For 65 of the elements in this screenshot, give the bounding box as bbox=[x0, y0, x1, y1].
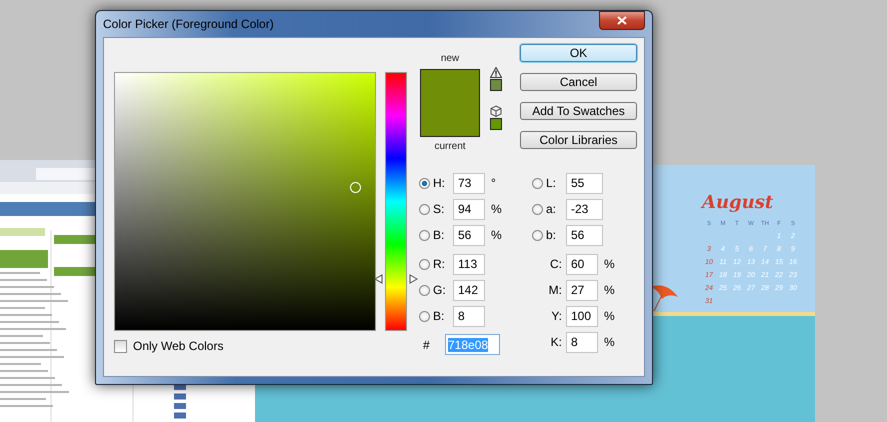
unit-label: ° bbox=[491, 176, 496, 190]
field-label: B: bbox=[433, 228, 446, 242]
radio-button[interactable] bbox=[419, 310, 430, 322]
radio-button[interactable] bbox=[419, 284, 430, 296]
input-field[interactable]: 100 bbox=[566, 306, 598, 326]
alert-swatch[interactable] bbox=[490, 118, 502, 130]
field-label: R: bbox=[433, 257, 446, 271]
input-field[interactable]: 73 bbox=[453, 172, 485, 194]
field-label: b: bbox=[546, 228, 558, 242]
field-label: L: bbox=[546, 176, 558, 190]
unit-label: % bbox=[604, 335, 615, 349]
radio-button[interactable] bbox=[532, 204, 543, 214]
input-field[interactable]: 56 bbox=[566, 224, 603, 246]
close-icon bbox=[617, 16, 627, 25]
unit-label: % bbox=[491, 228, 502, 242]
field-label: B: bbox=[433, 309, 446, 323]
field-label: H: bbox=[433, 176, 446, 190]
hue-slider-handle[interactable] bbox=[374, 274, 418, 284]
input-field[interactable]: 8 bbox=[566, 332, 598, 352]
input-field[interactable]: -23 bbox=[566, 198, 603, 220]
radio-button[interactable] bbox=[419, 204, 430, 214]
color-field[interactable] bbox=[114, 72, 376, 331]
color-swatch bbox=[420, 69, 480, 137]
radio-button[interactable] bbox=[419, 258, 430, 270]
radio-button[interactable] bbox=[532, 230, 543, 240]
dialog-button[interactable]: Cancel bbox=[520, 73, 637, 91]
radio-button[interactable] bbox=[419, 178, 430, 188]
unit-label: % bbox=[604, 283, 615, 297]
checkbox[interactable] bbox=[114, 340, 127, 352]
input-field[interactable]: 8 bbox=[453, 306, 485, 326]
field-label: Y: bbox=[550, 309, 562, 323]
current-label: current bbox=[434, 141, 466, 153]
hue-slider[interactable] bbox=[374, 72, 418, 331]
input-field[interactable]: 94 bbox=[453, 198, 485, 220]
unit-label: % bbox=[604, 257, 615, 271]
cube-icon[interactable] bbox=[490, 105, 502, 117]
input-field[interactable]: 55 bbox=[566, 172, 603, 194]
field-label: a: bbox=[546, 202, 558, 216]
checkbox-label: Only Web Colors bbox=[133, 339, 224, 353]
dialog-button[interactable]: Color Libraries bbox=[520, 131, 637, 149]
field-label: C: bbox=[549, 257, 562, 271]
dialog-button[interactable]: OK bbox=[520, 44, 637, 62]
unit-label: % bbox=[491, 202, 502, 216]
hue-gradient-strip[interactable] bbox=[385, 72, 407, 331]
close-button[interactable] bbox=[599, 11, 645, 30]
alert-swatch[interactable] bbox=[490, 79, 502, 91]
unit-label: % bbox=[604, 309, 615, 323]
color-marker[interactable] bbox=[350, 182, 361, 193]
radio-button[interactable] bbox=[532, 178, 543, 188]
field-label: M: bbox=[548, 283, 562, 297]
field-label: # bbox=[422, 338, 431, 352]
input-field[interactable]: 142 bbox=[453, 280, 485, 300]
month-title: August bbox=[702, 192, 774, 213]
dialog-button[interactable]: Add To Swatches bbox=[520, 102, 637, 120]
field-label: G: bbox=[433, 283, 447, 297]
input-field[interactable]: 56 bbox=[453, 224, 485, 246]
field-label: K: bbox=[550, 335, 562, 349]
input-field[interactable]: 60 bbox=[566, 254, 598, 274]
input-field[interactable]: 113 bbox=[453, 254, 485, 274]
radio-button[interactable] bbox=[419, 230, 430, 240]
warning-icon[interactable] bbox=[490, 67, 502, 78]
input-field[interactable]: 27 bbox=[566, 280, 598, 300]
new-label: new bbox=[440, 53, 460, 65]
field-label: S: bbox=[433, 202, 446, 216]
window-title: Color Picker (Foreground Color) bbox=[103, 17, 274, 31]
